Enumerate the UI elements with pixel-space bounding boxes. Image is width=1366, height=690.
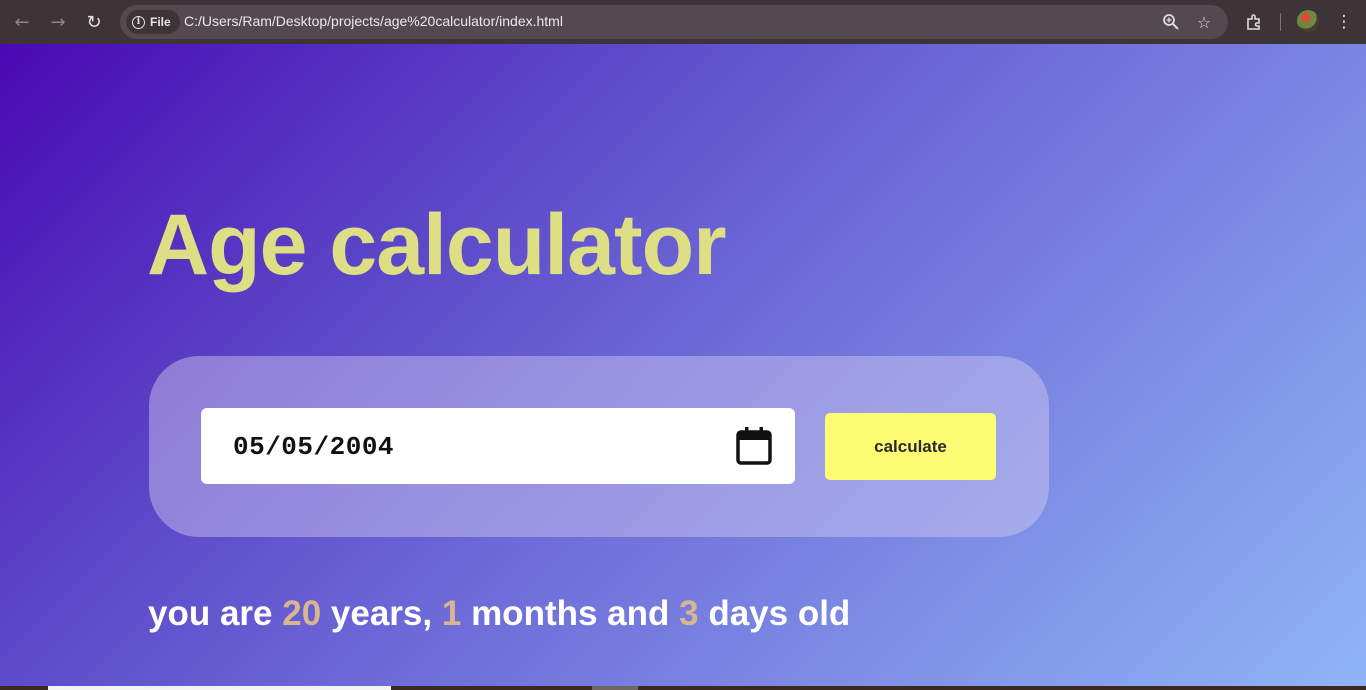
taskbar-strip bbox=[0, 686, 1366, 690]
result-years-value: 20 bbox=[282, 594, 322, 633]
reload-icon[interactable]: ↻ bbox=[80, 8, 108, 36]
birthdate-input[interactable]: 05/05/2004 bbox=[201, 408, 795, 484]
result-months-value: 1 bbox=[441, 594, 462, 633]
date-value[interactable]: 05/05/2004 bbox=[233, 432, 394, 462]
bookmark-star-icon[interactable]: ☆ bbox=[1193, 11, 1215, 33]
toolbar-separator bbox=[1280, 13, 1281, 31]
forward-icon[interactable]: → bbox=[44, 8, 72, 36]
calendar-icon[interactable] bbox=[735, 426, 773, 466]
result-months-label: months and bbox=[471, 594, 670, 633]
input-card: 05/05/2004 calculate bbox=[149, 356, 1049, 537]
address-bar[interactable]: i File C:/Users/Ram/Desktop/projects/age… bbox=[120, 5, 1228, 39]
menu-kebab-icon[interactable]: ⋮ bbox=[1330, 8, 1358, 36]
result-days-value: 3 bbox=[679, 594, 699, 633]
url-text[interactable]: C:/Users/Ram/Desktop/projects/age%20calc… bbox=[184, 13, 563, 29]
site-info-chip[interactable]: i File bbox=[126, 10, 180, 34]
taskbar-item[interactable] bbox=[48, 686, 391, 690]
browser-toolbar: ← → ↻ i File C:/Users/Ram/Desktop/projec… bbox=[0, 0, 1366, 44]
result-years-label: years, bbox=[330, 594, 433, 633]
extensions-icon[interactable] bbox=[1240, 8, 1268, 36]
info-icon: i bbox=[132, 15, 145, 29]
result-prefix: you are bbox=[148, 594, 273, 633]
back-icon[interactable]: ← bbox=[8, 8, 36, 36]
result-days-label: days old bbox=[708, 594, 851, 633]
page-title: Age calculator bbox=[147, 197, 727, 293]
zoom-icon[interactable] bbox=[1160, 11, 1182, 33]
taskbar-item[interactable] bbox=[592, 686, 638, 690]
calculate-button[interactable]: calculate bbox=[825, 413, 996, 480]
site-info-label: File bbox=[150, 15, 171, 29]
page-viewport: Age calculator 05/05/2004 calculate you … bbox=[0, 44, 1366, 686]
age-result: you are 20 years, 1 months and 3 days ol… bbox=[148, 596, 850, 631]
profile-avatar[interactable] bbox=[1297, 10, 1319, 32]
